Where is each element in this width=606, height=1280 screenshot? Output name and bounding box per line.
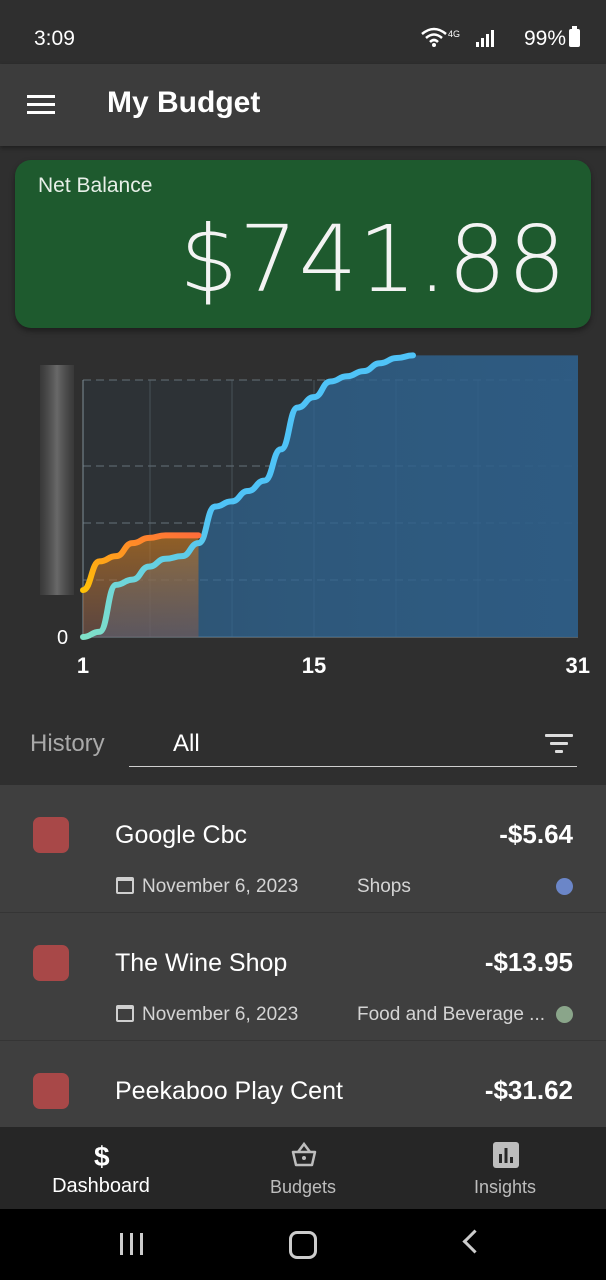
balance-value: $741.88	[179, 206, 567, 313]
category-color-dot	[556, 1006, 573, 1023]
transaction-color-swatch	[33, 1073, 69, 1109]
menu-icon[interactable]	[27, 95, 55, 115]
home-icon[interactable]	[289, 1231, 317, 1259]
calendar-icon	[116, 877, 134, 894]
transaction-item[interactable]: The Wine Shop -$13.95 November 6, 2023 F…	[0, 913, 606, 1041]
transaction-list: Google Cbc -$5.64 November 6, 2023 Shops…	[0, 785, 606, 1127]
recents-icon[interactable]	[120, 1233, 144, 1255]
nav-dashboard[interactable]: $ Dashboard	[0, 1127, 202, 1209]
app-title: My Budget	[107, 86, 261, 119]
battery-icon	[569, 26, 580, 47]
battery-percent: 99%	[523, 27, 566, 50]
x-tick-label: 31	[566, 653, 590, 678]
x-tick-label: 1	[77, 653, 89, 678]
x-axis-ticks: 1 15 31	[77, 653, 590, 678]
transaction-category: Food and Beverage ...	[357, 1004, 546, 1025]
nav-label: Budgets	[269, 1177, 337, 1197]
transaction-date: November 6, 2023	[142, 1004, 299, 1025]
transaction-color-swatch	[33, 817, 69, 853]
transaction-item[interactable]: Google Cbc -$5.64 November 6, 2023 Shops	[0, 785, 606, 913]
wifi-icon	[421, 27, 447, 47]
transaction-item[interactable]: Peekaboo Play Cent -$31.62	[0, 1041, 606, 1127]
svg-text:$: $	[94, 1141, 110, 1169]
cell-signal-icon	[476, 30, 494, 47]
transaction-amount: -$5.64	[499, 819, 573, 849]
nav-budgets[interactable]: Budgets	[202, 1127, 404, 1209]
transaction-amount: -$13.95	[484, 947, 573, 977]
status-bar: 3:09 4G 99%	[0, 0, 606, 64]
transaction-color-swatch	[33, 945, 69, 981]
history-label: History	[30, 730, 105, 757]
nav-label: Dashboard	[52, 1175, 150, 1197]
nav-insights[interactable]: Insights	[404, 1127, 606, 1209]
back-icon[interactable]	[462, 1229, 487, 1254]
filter-icon[interactable]	[545, 734, 573, 754]
chart-svg: 0 1 15 31	[40, 352, 590, 678]
transaction-amount: -$31.62	[484, 1075, 573, 1105]
transaction-date: November 6, 2023	[142, 876, 299, 897]
history-filter-value: All	[173, 730, 200, 757]
y-axis-tick-labels-blurred	[40, 365, 74, 595]
balance-chart: 0 1 15 31	[0, 335, 606, 690]
transaction-name: Peekaboo Play Cent	[115, 1077, 343, 1105]
status-time: 3:09	[34, 27, 75, 50]
net-balance-card[interactable]: Net Balance $741.88	[15, 160, 591, 328]
network-type: 4G	[448, 29, 460, 39]
bottom-navigation: $ Dashboard Budgets Insights	[0, 1127, 606, 1209]
dollar-icon: $	[94, 1141, 110, 1169]
transaction-name: Google Cbc	[115, 821, 248, 849]
transaction-category: Shops	[357, 876, 411, 897]
category-color-dot	[556, 878, 573, 895]
transaction-name: The Wine Shop	[115, 949, 288, 977]
calendar-icon	[116, 1005, 134, 1022]
bar-chart-icon	[493, 1142, 519, 1168]
app-bar: My Budget	[0, 64, 606, 146]
balance-label: Net Balance	[38, 174, 153, 197]
signal-icons: 4G	[421, 27, 494, 47]
system-navigation	[0, 1209, 606, 1280]
history-filter-select[interactable]: All	[129, 720, 577, 767]
history-filter-row: History All	[0, 720, 606, 780]
nav-label: Insights	[473, 1177, 537, 1197]
basket-icon	[291, 1141, 317, 1167]
y-tick-label-zero: 0	[57, 627, 68, 649]
x-tick-label: 15	[302, 653, 326, 678]
